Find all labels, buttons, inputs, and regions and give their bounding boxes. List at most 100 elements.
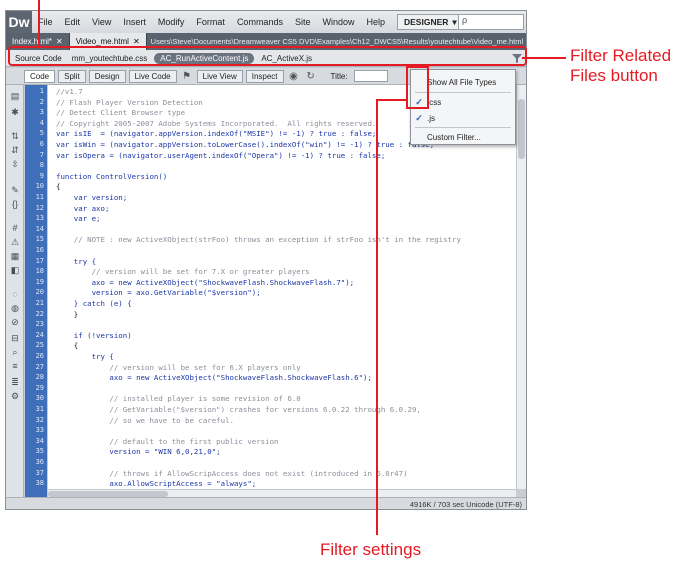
menu-view[interactable]: View [86, 17, 117, 27]
select-parent-tag-icon[interactable]: ✎ [9, 185, 21, 195]
menu-window[interactable]: Window [316, 17, 360, 27]
split-view-button[interactable]: Split [58, 69, 86, 83]
line-numbers-icon[interactable]: # [9, 223, 21, 233]
workspace-switcher[interactable]: DESIGNER ▾ [397, 14, 464, 30]
show-code-navigator-icon[interactable]: ✱ [9, 107, 21, 117]
code-line: var isIE = (navigator.appVersion.indexOf… [56, 129, 377, 139]
collapse-selection-icon[interactable]: ⇵ [9, 145, 21, 155]
check-browser-icon[interactable]: ⚑ [180, 70, 194, 82]
recent-snippets-icon[interactable]: ⊟ [9, 333, 21, 343]
menu-item-custom-filter[interactable]: Custom Filter... [411, 129, 515, 145]
live-view-button[interactable]: Live View [196, 69, 243, 83]
code-line: } [56, 309, 79, 319]
line-number: 35 [35, 447, 44, 456]
code-line: var axo; [56, 203, 110, 213]
menu-site[interactable]: Site [289, 17, 317, 27]
annotation-leader-line [376, 99, 408, 101]
globe-icon[interactable]: ◉ [287, 70, 301, 82]
line-number: 26 [35, 352, 44, 360]
code-line: axo = new ActiveXObject("ShockwaveFlash.… [56, 373, 372, 383]
line-number: 24 [35, 330, 44, 339]
line-number: 7 [39, 150, 44, 159]
title-input[interactable] [353, 70, 388, 82]
menu-divider [415, 127, 511, 128]
filter-settings-highlight [406, 66, 429, 109]
code-line: // version will be set for 6.X players o… [56, 362, 301, 372]
line-number: 16 [35, 246, 44, 254]
menu-commands[interactable]: Commands [231, 17, 289, 27]
menu-item-label: .css [427, 97, 442, 107]
code-line: axo = new ActiveXObject("ShockwaveFlash.… [56, 277, 355, 287]
line-number: 11 [35, 193, 44, 201]
checkmark-icon: ✓ [415, 112, 423, 123]
menu-item-js[interactable]: ✓ .js [411, 110, 515, 126]
code-editor[interactable]: //v1.7// Flash Player Version Detection /… [48, 85, 516, 497]
tab-label: Video_me.html [75, 37, 129, 46]
line-number: 4 [39, 118, 44, 127]
line-number: 28 [35, 373, 44, 382]
dreamweaver-window: Dw File Edit View Insert Modify Format C… [5, 10, 527, 510]
design-view-button[interactable]: Design [88, 69, 126, 83]
search-input[interactable]: ρ [458, 14, 524, 30]
scrollbar-thumb[interactable] [518, 99, 525, 159]
vertical-scrollbar[interactable] [516, 85, 526, 489]
line-number: 9 [39, 171, 44, 180]
menu-item-label: Custom Filter... [427, 132, 481, 142]
move-css-icon[interactable]: ⌕ [9, 347, 21, 357]
inspect-button[interactable]: Inspect [245, 69, 284, 83]
menu-format[interactable]: Format [190, 17, 231, 27]
outdent-code-icon[interactable]: ≣ [9, 377, 21, 387]
line-number: 20 [35, 288, 44, 297]
menu-insert[interactable]: Insert [117, 17, 152, 27]
line-number: 34 [35, 436, 44, 445]
menu-edit[interactable]: Edit [59, 17, 87, 27]
expand-all-icon[interactable]: ⇳ [9, 159, 21, 169]
code-line: // version will be set for 7.X or greate… [56, 267, 310, 277]
code-line: { [56, 341, 79, 351]
line-number: 2 [39, 97, 44, 106]
highlight-invalid-code-icon[interactable]: ⚠ [9, 237, 21, 247]
code-line: var version; [56, 193, 128, 202]
code-line: // NOTE : new ActiveXObject(strFoo) thro… [56, 235, 461, 245]
apply-comment-icon[interactable]: ◌ [9, 289, 21, 299]
horizontal-scrollbar[interactable] [48, 489, 516, 497]
code-line: // Flash Player Version Detection [56, 97, 203, 107]
line-number: 3 [39, 108, 44, 117]
menu-file[interactable]: File [32, 17, 59, 27]
line-number: 8 [39, 161, 44, 170]
live-code-button[interactable]: Live Code [128, 69, 177, 83]
line-number: 18 [35, 267, 44, 276]
line-number: 33 [35, 426, 44, 435]
syntax-error-icon[interactable]: ▦ [9, 251, 21, 261]
info-bar-icon[interactable]: ◧ [9, 265, 21, 275]
menu-help[interactable]: Help [360, 17, 391, 27]
remove-comment-icon[interactable]: ◍ [9, 303, 21, 313]
format-source-icon[interactable]: ⚙ [9, 391, 21, 401]
code-line: try { [56, 256, 97, 266]
indent-code-icon[interactable]: ≡ [9, 361, 21, 371]
code-line: // so we have to be careful. [56, 415, 234, 425]
menu-modify[interactable]: Modify [152, 17, 191, 27]
chevron-down-icon: ▾ [452, 16, 457, 27]
refresh-icon[interactable]: ↻ [304, 70, 318, 82]
code-line: // throws if AllowScripAccess does not e… [56, 468, 408, 478]
code-line: // default to the first public version [56, 436, 279, 446]
close-icon[interactable]: ✕ [56, 37, 63, 46]
balance-braces-icon[interactable]: {} [9, 199, 21, 209]
wrap-tag-icon[interactable]: ⊘ [9, 317, 21, 327]
line-number: 31 [35, 405, 44, 413]
code-line: function ControlVersion() [56, 171, 168, 181]
line-number: 6 [39, 140, 44, 148]
open-documents-icon[interactable]: ▤ [9, 91, 21, 101]
collapse-tag-icon[interactable]: ⇅ [9, 131, 21, 141]
line-number: 29 [35, 383, 44, 392]
annotation-files-button: Files button [570, 66, 658, 85]
code-view-button[interactable]: Code [24, 69, 56, 83]
line-number: 21 [35, 299, 44, 307]
annotation-leader-line [38, 0, 40, 48]
annotation-filter-settings: Filter settings [320, 540, 422, 559]
code-line: { [56, 182, 61, 192]
line-number: 5 [39, 129, 44, 138]
close-icon[interactable]: ✕ [133, 37, 140, 46]
code-line: try { [56, 352, 114, 361]
